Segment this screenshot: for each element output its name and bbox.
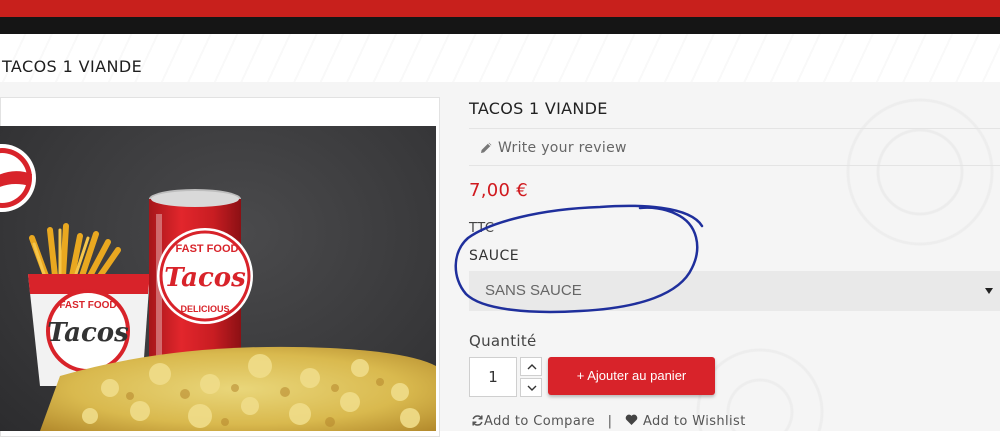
add-to-wishlist-link[interactable]: Add to Wishlist [625, 414, 746, 429]
add-to-cart-button[interactable]: + Ajouter au panier [548, 357, 715, 395]
review-row: Write your review [469, 128, 1000, 166]
sauce-label: SAUCE [469, 248, 520, 264]
chevron-up-icon [527, 364, 537, 370]
write-review-text: Write your review [498, 140, 627, 156]
brand-logo [0, 144, 36, 212]
add-to-wishlist-text: Add to Wishlist [642, 414, 746, 429]
quantity-increase-button[interactable] [520, 357, 542, 376]
product-name: TACOS 1 VIANDE [469, 99, 608, 118]
can-brand-text: Tacos [164, 263, 246, 293]
pencil-icon [480, 141, 493, 158]
write-review-link[interactable]: Write your review [480, 140, 627, 158]
top-header-bar [0, 0, 1000, 17]
quantity-label: Quantité [469, 332, 537, 350]
chevron-down-icon [527, 385, 537, 391]
caret-down-icon [985, 288, 993, 294]
refresh-icon [472, 415, 483, 426]
add-to-compare-text: Add to Compare [484, 414, 596, 429]
product-photo: FAST FOOD Tacos FAST FOOD Tacos DELICIOU… [0, 144, 436, 431]
product-price: 7,00 € [469, 180, 529, 201]
product-actions: Add to Compare | Add to Wishlist [471, 414, 746, 429]
fries-box-brand-text: Tacos [47, 318, 129, 348]
fries-box-top-text: FAST FOOD [59, 300, 116, 311]
tax-label: TTC [469, 221, 495, 236]
link-separator: | [607, 414, 613, 429]
breadcrumb-area [0, 34, 1000, 82]
can-bottom-text: DELICIOUS [180, 304, 229, 314]
heart-icon [625, 414, 638, 425]
sauce-select[interactable]: SANS SAUCE [469, 271, 1000, 311]
fries [29, 223, 121, 279]
product-image[interactable]: FAST FOOD Tacos FAST FOOD Tacos DELICIOU… [0, 126, 436, 431]
add-to-compare-link[interactable]: Add to Compare [471, 414, 600, 429]
page-title: TACOS 1 VIANDE [2, 57, 143, 76]
quantity-input[interactable]: 1 [469, 357, 517, 397]
quantity-decrease-button[interactable] [520, 378, 542, 397]
top-navigation-bar [0, 17, 1000, 35]
can-top-text: FAST FOOD [176, 243, 239, 255]
sauce-selected-value: SANS SAUCE [485, 282, 582, 299]
